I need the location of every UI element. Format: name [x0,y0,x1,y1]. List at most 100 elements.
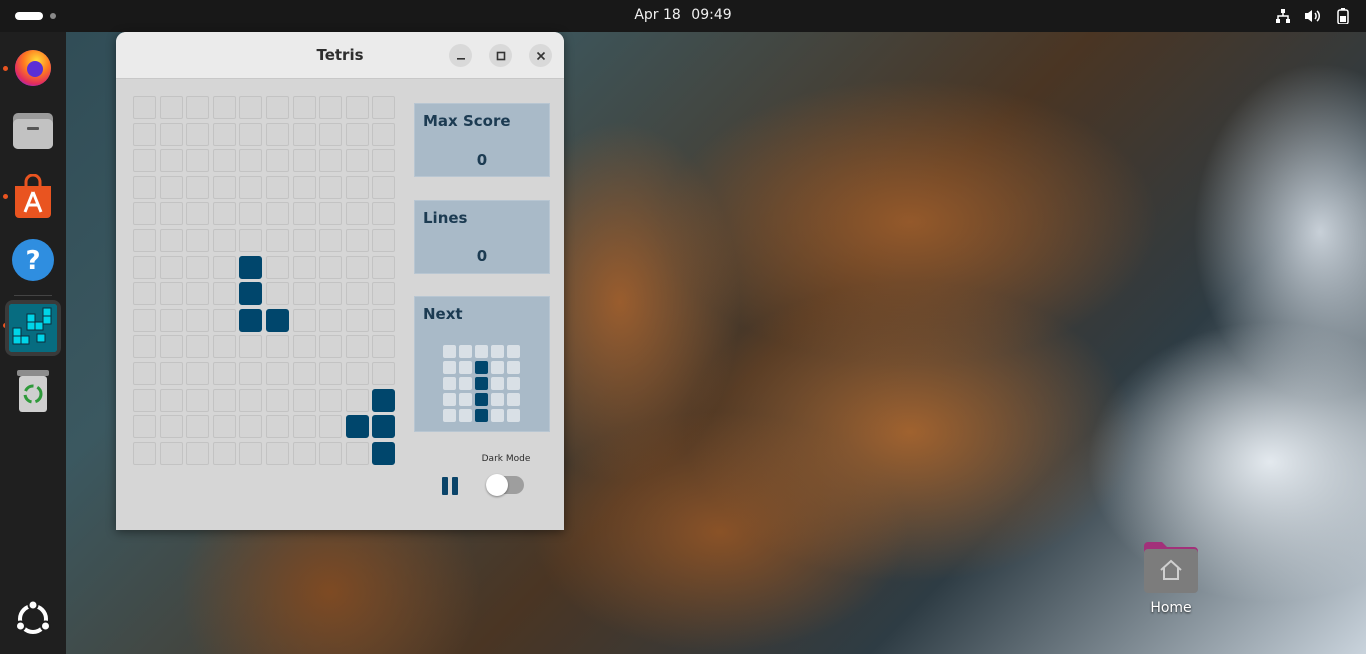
next-cell [459,361,472,374]
network-icon [1274,7,1292,25]
board-cell-filled [372,389,395,412]
board-cell [293,256,316,279]
toggle-knob [486,474,508,496]
board-cell [160,202,183,225]
game-board[interactable] [133,96,398,468]
board-cell [293,442,316,465]
next-cell [459,393,472,406]
board-cell [239,362,262,385]
board-cell [346,149,369,172]
board-cell [293,123,316,146]
next-piece-preview [443,345,521,423]
dock-item-firefox[interactable] [8,42,58,92]
board-cell-filled [372,442,395,465]
board-cell [293,176,316,199]
next-cell-filled [475,361,488,374]
board-cell [266,389,289,412]
board-cell [319,229,342,252]
dock-item-tetris[interactable] [5,300,61,356]
lines-label: Lines [423,209,468,227]
board-cell [346,229,369,252]
board-cell [346,202,369,225]
trash-icon [17,370,49,412]
board-cell-filled [239,256,262,279]
board-cell [319,335,342,358]
board-cell [293,96,316,119]
board-cell [239,96,262,119]
board-cell [133,256,156,279]
board-cell [319,149,342,172]
max-score-label: Max Score [423,112,511,130]
board-cell [213,202,236,225]
board-cell [133,309,156,332]
board-cell [213,96,236,119]
next-cell [459,409,472,422]
board-cell [266,362,289,385]
board-cell [372,202,395,225]
board-cell [239,176,262,199]
show-apps-button[interactable] [8,594,58,644]
window-titlebar[interactable]: Tetris [116,32,564,79]
close-button[interactable] [529,44,552,67]
board-cell [133,415,156,438]
board-cell [266,256,289,279]
board-cell [372,282,395,305]
board-cell [213,442,236,465]
board-cell [133,96,156,119]
board-cell [186,335,209,358]
maximize-button[interactable] [489,44,512,67]
next-cell [491,345,504,358]
board-cell [293,282,316,305]
board-cell [133,202,156,225]
next-cell [507,345,520,358]
board-cell [133,123,156,146]
ubuntu-logo-icon [15,600,51,634]
clock[interactable]: Apr 18 09:49 [0,0,1366,30]
next-cell [507,409,520,422]
board-cell [293,229,316,252]
tetris-icon [9,304,57,352]
board-cell [346,123,369,146]
files-icon [13,113,53,149]
board-cell [372,335,395,358]
board-cell [372,309,395,332]
board-cell [160,149,183,172]
desktop-home-label: Home [1150,600,1192,616]
dock-item-files[interactable] [8,106,58,156]
minimize-button[interactable] [449,44,472,67]
board-cell [133,389,156,412]
dock: ? [0,32,66,654]
board-cell [186,123,209,146]
next-cell-filled [475,393,488,406]
board-cell [319,202,342,225]
board-cell-filled [239,282,262,305]
board-cell [160,362,183,385]
board-cell [319,96,342,119]
next-cell [443,361,456,374]
dark-mode-toggle[interactable] [486,474,524,496]
board-cell [346,309,369,332]
pause-button[interactable] [438,475,462,497]
board-cell [293,309,316,332]
board-cell [346,362,369,385]
board-cell [213,389,236,412]
board-cell [186,256,209,279]
board-cell [372,176,395,199]
board-cell [346,389,369,412]
dock-item-trash[interactable] [8,366,58,416]
clock-time: 09:49 [691,7,732,23]
board-cell [133,229,156,252]
dock-item-help[interactable]: ? [8,235,58,285]
next-cell [443,409,456,422]
board-cell [186,442,209,465]
system-tray[interactable] [1274,6,1352,26]
board-cell [160,335,183,358]
dock-separator [14,295,52,296]
dock-item-app-center[interactable] [8,171,58,221]
desktop-home-icon[interactable]: Home [1138,540,1204,616]
board-cell [213,229,236,252]
next-cell [459,377,472,390]
next-cell [459,345,472,358]
dark-mode-label: Dark Mode [481,454,531,464]
next-cell [507,377,520,390]
